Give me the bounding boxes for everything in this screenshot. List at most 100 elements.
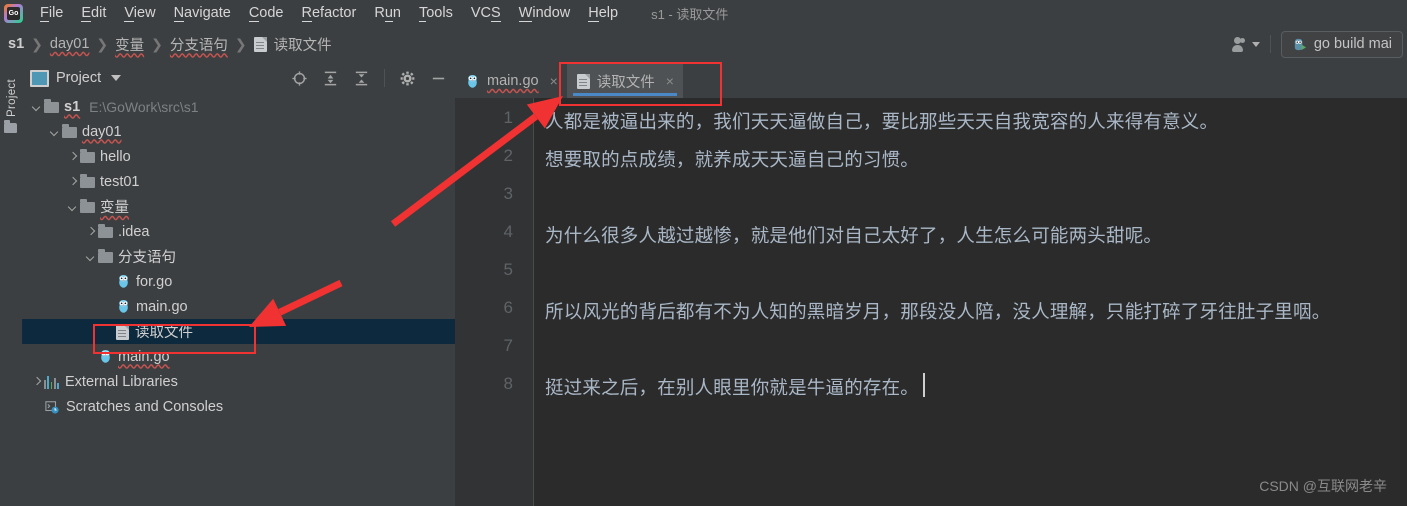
menu-item-tools[interactable]: Tools (410, 3, 462, 23)
chevron-right-icon[interactable] (66, 150, 80, 164)
menu-item-help[interactable]: Help (579, 3, 627, 23)
line-number: 3 (503, 184, 513, 203)
breadcrumb-separator: ❯ (234, 35, 247, 52)
scratches-icon (45, 400, 59, 414)
collapse-all-icon[interactable] (353, 70, 370, 87)
project-tree[interactable]: s1 E:\GoWork\src\s1 day01 hello test01 变量 .ide… (22, 94, 455, 506)
menu-item-vcs[interactable]: VCS (462, 3, 510, 23)
menu-item-edit[interactable]: Edit (72, 3, 115, 23)
chevron-right-icon[interactable] (84, 225, 98, 239)
close-icon[interactable]: × (550, 73, 558, 89)
locate-icon[interactable] (291, 70, 308, 87)
tree-toggle-spacer (102, 325, 116, 339)
tree-item-label: External Libraries (65, 373, 178, 390)
chevron-right-icon[interactable] (66, 175, 80, 189)
folder-icon (62, 124, 77, 138)
menu-item-file[interactable]: File (31, 3, 72, 23)
breadcrumb-label: 分支语句 (169, 37, 228, 54)
menu-item-refactor[interactable]: Refactor (293, 3, 366, 23)
gopher-icon (101, 349, 110, 363)
text-caret (923, 373, 925, 397)
tree-row-hello[interactable]: hello (22, 144, 455, 169)
menu-bar: Go File Edit View Navigate Code Refactor Run To… (0, 0, 1407, 26)
tree-toggle-spacer (102, 300, 116, 314)
text-file-icon (116, 324, 129, 340)
editor-tab-label: 读取文件 (596, 74, 655, 91)
folder-icon (98, 249, 113, 263)
project-panel-title: Project (56, 70, 102, 86)
person-icon (1231, 36, 1249, 52)
menu-item-navigate[interactable]: Navigate (165, 3, 240, 23)
tree-item-label: day01 (82, 123, 122, 140)
chevron-down-icon[interactable] (66, 200, 80, 214)
chevron-right-icon[interactable] (30, 375, 44, 389)
breadcrumb-separator: ❯ (31, 35, 43, 52)
code-line: 为什么很多人越过越惨，就是他们对自己太好了，人生怎么可能两头甜呢。 (545, 225, 1163, 246)
folder-icon (80, 174, 95, 188)
breadcrumb-item-0[interactable]: s1 (8, 36, 24, 52)
editor-tab-读取文件[interactable]: 读取文件 × (566, 64, 683, 98)
tree-row-External Libraries[interactable]: External Libraries (22, 369, 455, 394)
tree-row-变量[interactable]: 变量 (22, 194, 455, 219)
breadcrumb-label: 读取文件 (273, 37, 332, 54)
tree-row-main.go[interactable]: main.go (22, 294, 455, 319)
code-line: 想要取的点成绩，就养成天天逼自己的习惯。 (545, 149, 920, 170)
tree-row-Scratches and Consoles[interactable]: Scratches and Consoles (22, 394, 455, 419)
expand-all-icon[interactable] (322, 70, 339, 87)
breadcrumb-item-2[interactable]: 变量 (115, 34, 144, 55)
breadcrumb-label: s1 (8, 36, 25, 52)
run-configuration-label: go build mai (1313, 36, 1392, 52)
tree-item-label: .idea (118, 223, 150, 240)
editor-tab-main.go[interactable]: main.go × (455, 64, 567, 98)
project-panel-toolbar (291, 69, 455, 87)
text-file-icon (253, 37, 267, 52)
editor-area: main.go × 读取文件 × 1 2 3 4 5 6 7 8 人都是被逼出来的，我们天天逼做自己… (455, 62, 1407, 506)
line-number: 2 (503, 146, 513, 165)
close-icon[interactable]: × (666, 73, 674, 89)
breadcrumb-item-4[interactable]: 读取文件 (253, 34, 332, 55)
breadcrumb-item-1[interactable]: day01 (50, 36, 90, 52)
breadcrumb-item-3[interactable]: 分支语句 (170, 34, 228, 55)
window-title: s1 - 读取文件 (651, 6, 729, 22)
tree-row-读取文件[interactable]: 读取文件 (22, 319, 455, 344)
text-file-icon (576, 74, 590, 89)
tree-row-.idea[interactable]: .idea (22, 219, 455, 244)
settings-gear-icon[interactable] (399, 70, 416, 87)
folder-icon (4, 120, 17, 133)
tree-toggle-spacer (102, 275, 116, 289)
line-number: 1 (503, 108, 513, 127)
tree-row-day01[interactable]: day01 (22, 119, 455, 144)
tree-row-main.go[interactable]: main.go (22, 344, 455, 369)
project-tool-window: Project s1 E:\GoWork\src\s1 day01 hello … (22, 62, 455, 506)
chevron-down-icon[interactable] (48, 125, 62, 139)
menu-item-view[interactable]: View (115, 3, 164, 23)
stripe-button-project[interactable]: Project (6, 70, 18, 126)
chevron-down-icon[interactable] (30, 100, 44, 114)
active-tab-underline (572, 93, 677, 96)
tree-item-label: 读取文件 (135, 325, 193, 341)
menu-item-code[interactable]: Code (240, 3, 293, 23)
tree-row-for.go[interactable]: for.go (22, 269, 455, 294)
menu-item-window[interactable]: Window (510, 3, 580, 23)
run-configuration-selector[interactable]: go build mai (1280, 30, 1403, 58)
line-number: 8 (503, 374, 513, 393)
code-line: 所以风光的背后都有不为人知的黑暗岁月，那段没人陪，没人理解，只能打碎了牙往肚子里… (545, 301, 1331, 322)
tree-row-s1[interactable]: s1 E:\GoWork\src\s1 (22, 94, 455, 119)
code-line: 人都是被逼出来的，我们天天逼做自己，要比那些天天自我宽容的人来得有意义。 (545, 111, 1219, 132)
chevron-down-icon[interactable] (111, 75, 122, 81)
editor-code-area[interactable]: 人都是被逼出来的，我们天天逼做自己，要比那些天天自我宽容的人来得有意义。 想要取的… (534, 98, 1407, 506)
account-button[interactable] (1231, 36, 1260, 52)
toolbar-divider (1269, 35, 1271, 53)
folder-icon (80, 199, 95, 213)
hide-minimize-icon[interactable] (430, 70, 447, 87)
tree-item-path: E:\GoWork\src\s1 (89, 98, 199, 115)
goland-window: Go File Edit View Navigate Code Refactor Run To… (0, 0, 1407, 506)
tree-item-label: s1 (64, 98, 81, 115)
tree-row-test01[interactable]: test01 (22, 169, 455, 194)
tree-row-分支语句[interactable]: 分支语句 (22, 244, 455, 269)
line-number: 7 (503, 336, 513, 355)
chevron-down-icon[interactable] (84, 250, 98, 264)
breadcrumb-separator: ❯ (151, 35, 163, 52)
menu-item-run[interactable]: Run (365, 3, 410, 23)
breadcrumb-separator: ❯ (96, 35, 109, 52)
